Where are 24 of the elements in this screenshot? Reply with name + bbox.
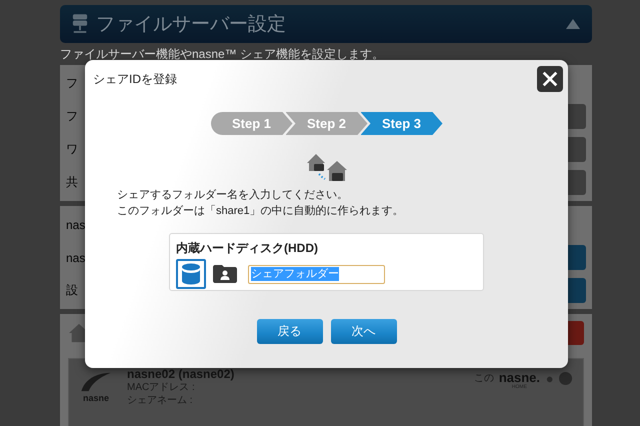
section-title: ファイルサーバー設定 — [96, 13, 287, 37]
brand-logo: nasne. — [498, 371, 540, 384]
user-folder-icon — [213, 265, 237, 283]
setting-label: ワ — [66, 141, 78, 158]
close-button[interactable] — [537, 66, 563, 92]
server-icon — [72, 13, 88, 35]
setting-label: 設 — [66, 282, 78, 299]
instruction-text: シェアするフォルダー名を入力してください。 — [117, 188, 349, 203]
setting-label: フ — [66, 75, 78, 92]
dialog-button[interactable]: 戻る — [256, 319, 322, 344]
setting-label: フ — [66, 108, 78, 125]
connection-icon — [545, 371, 573, 386]
section-description: ファイルサーバー機能やnasne™ シェア機能を設定します。 — [60, 46, 386, 63]
dialog-button[interactable]: 次へ — [330, 319, 396, 344]
setting-label: nas — [66, 250, 86, 264]
close-icon — [541, 70, 559, 88]
drive-label: 内蔵ハードディスク(HDD) — [176, 240, 319, 257]
collapse-icon[interactable] — [566, 19, 580, 29]
instruction-text: このフォルダーは「share1」の中に自動的に作られます。 — [117, 204, 404, 219]
folder-name-field[interactable]: シェアフォルダー — [248, 264, 385, 284]
header-bar[interactable]: ファイルサーバー設定 — [60, 5, 592, 43]
setting-label: 共 — [66, 174, 78, 191]
dialog-title: シェアIDを登録 — [93, 70, 177, 88]
setting-label: nas — [66, 218, 86, 232]
